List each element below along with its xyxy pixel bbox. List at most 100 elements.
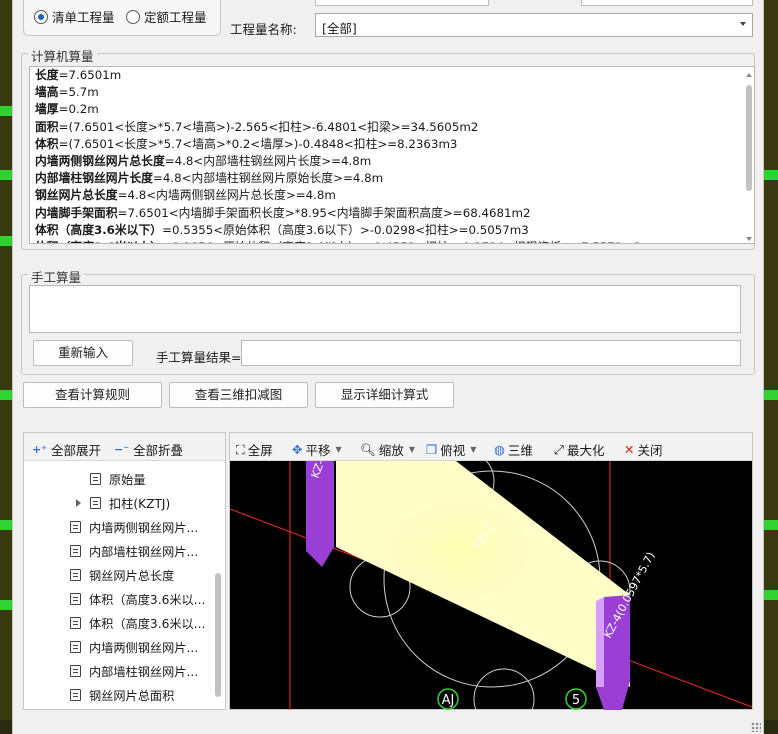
calc-line-value: =5.7m xyxy=(58,85,99,100)
quantity-type-group: 清单工程量 定额工程量 xyxy=(23,0,221,36)
chevron-right-icon[interactable] xyxy=(76,499,81,507)
expand-all-label: 全部展开 xyxy=(51,443,102,458)
tree-item[interactable]: 内部墙柱钢丝网片... xyxy=(24,539,214,563)
tree-item-label: 内墙两侧钢丝网片... xyxy=(89,641,199,655)
manual-calc-title: 手工算量 xyxy=(28,267,85,286)
tree-item[interactable]: 扣柱(KZTJ) xyxy=(24,491,214,515)
tree-item[interactable]: 钢丝网片总长度 xyxy=(24,563,214,587)
calc-line-key: 长度 xyxy=(35,68,59,82)
calc-line-value: =4.8<内部墙柱钢丝网片原始长度>=4.8m xyxy=(152,171,384,186)
document-icon xyxy=(70,521,81,533)
quantity-name-select[interactable]: [全部] xyxy=(315,13,753,37)
document-icon xyxy=(90,497,101,509)
radio-unselected-icon xyxy=(126,9,140,24)
view-toolbar: ⛶ 全屏 ✥ 平移 ▼ 🔍︎ 缩放 ▼ ❒ 俯视 ▼ ◍ 三维 ⤢ 最大化 ✕ … xyxy=(230,433,752,461)
tree-item[interactable]: 钢丝网片总面积 xyxy=(24,683,214,707)
expand-all-button[interactable]: +⁺ 全部展开 xyxy=(32,440,101,459)
calc-line: 墙厚=0.2m xyxy=(30,101,754,118)
calc-line-key: 墙高 xyxy=(35,85,59,100)
magnifier-icon: 🔍︎ xyxy=(360,441,376,457)
manual-calc-group: 手工算量 重新输入 手工算量结果= xyxy=(21,267,755,375)
chevron-down-icon xyxy=(740,22,746,26)
calc-line-key: 墙厚 xyxy=(35,102,59,117)
document-icon xyxy=(70,593,81,605)
tree-item[interactable]: 体积（高度3.6米以... xyxy=(24,587,214,611)
document-icon xyxy=(70,689,81,701)
quantity-name-label: 工程量名称: xyxy=(230,22,297,37)
3d-canvas[interactable]: KZ-1 7211 KZ-4(0.0597*5.7) AJ 5 xyxy=(230,461,752,710)
manual-result-label: 手工算量结果= xyxy=(156,350,242,365)
collapse-all-label: 全部折叠 xyxy=(133,443,184,458)
resize-grip-icon[interactable] xyxy=(751,722,761,732)
calc-line-value: =(7.6501<长度>*5.7<墙高>)-2.565<扣柱>-6.4801<扣… xyxy=(58,119,479,134)
pan-button[interactable]: ✥ 平移 ▼ xyxy=(292,440,342,459)
quantity-calc-dialog: 清单工程量 定额工程量 工程量名称: [全部] 计算机算量 长度=7.6501m… xyxy=(12,0,764,734)
tree-item[interactable]: 内墙两侧钢丝网片... xyxy=(24,515,214,539)
top-input-stub[interactable] xyxy=(315,0,489,6)
manual-calc-input[interactable] xyxy=(29,285,741,333)
calc-line-value: =0.2m xyxy=(58,102,99,117)
top-view-label: 俯视 xyxy=(440,443,466,458)
document-icon xyxy=(70,569,81,581)
scroll-thumb[interactable] xyxy=(746,85,752,191)
maximize-button[interactable]: ⤢ 最大化 xyxy=(554,440,605,459)
tree-toolbar: +⁺ 全部展开 −⁻ 全部折叠 xyxy=(24,433,225,461)
calc-result-text[interactable]: 长度=7.6501m 墙高=5.7m 墙厚=0.2m 面积=(7.6501<长度>*5… xyxy=(29,66,755,244)
scroll-up-icon[interactable] xyxy=(746,73,752,77)
calc-line: 钢丝网片总长度=4.8<内墙两侧钢丝网片总长度>=4.8m xyxy=(30,187,754,204)
calc-line-value: =7.6501<内墙脚手架面积长度>*8.95<内墙脚手架面积高度>=68.46… xyxy=(117,205,531,220)
tree-item[interactable]: 内墙两侧钢丝网片... xyxy=(24,635,214,659)
pan-icon: ✥ xyxy=(292,442,303,457)
reinput-button[interactable]: 重新输入 xyxy=(33,340,133,366)
manual-result-input[interactable] xyxy=(241,340,741,366)
view-calc-rules-button[interactable]: 查看计算规则 xyxy=(23,382,162,408)
zoom-label: 缩放 xyxy=(378,443,404,458)
quantity-name-value: [全部] xyxy=(322,21,357,36)
zoom-button[interactable]: 🔍︎ 缩放 ▼ xyxy=(360,440,415,459)
expand-all-icon: +⁺ xyxy=(32,443,48,456)
calc-line: 墙高=5.7m xyxy=(30,84,754,101)
tree-scrollbar[interactable] xyxy=(215,573,221,697)
calc-line: 体积（高度3.6米以上）=8.1856<原始体积（高度3.6以上）>-0.455… xyxy=(30,239,754,243)
calc-line: 内墙两侧钢丝网片总长度=4.8<内部墙柱钢丝网片长度>=4.8m xyxy=(30,153,754,170)
quantity-tree-pane: +⁺ 全部展开 −⁻ 全部折叠 原始量扣柱(KZTJ) 内墙两侧钢丝网片... 内部… xyxy=(23,432,226,710)
tree-item-label: 扣柱(KZTJ) xyxy=(109,497,171,511)
document-icon xyxy=(70,545,81,557)
scroll-down-icon[interactable] xyxy=(746,237,752,241)
sphere-icon: ◍ xyxy=(494,442,505,457)
axis-label: 5 xyxy=(572,693,580,708)
tree-item[interactable]: 原始量 xyxy=(24,467,214,491)
tree-item[interactable]: 体积（高度3.6米以... xyxy=(24,611,214,635)
tree-item-label: 内墙两侧钢丝网片... xyxy=(89,521,199,535)
top-view-button[interactable]: ❒ 俯视 ▼ xyxy=(426,440,476,459)
close-view-button[interactable]: ✕ 关闭 xyxy=(624,440,663,459)
deduct-drawing: KZ-1 7211 KZ-4(0.0597*5.7) AJ 5 xyxy=(230,461,752,710)
calc-line-key: 内墙脚手架面积 xyxy=(35,205,118,220)
calc-scrollbar[interactable] xyxy=(746,73,752,241)
caret-down-icon: ▼ xyxy=(335,445,342,454)
show-detail-formula-button[interactable]: 显示详细计算式 xyxy=(315,382,454,408)
calc-line-key: 体积 xyxy=(35,136,59,151)
radio-quota-quantity[interactable]: 定额工程量 xyxy=(126,7,207,26)
cad-background-right xyxy=(764,0,778,734)
axis-label: AJ xyxy=(442,693,455,708)
3d-button[interactable]: ◍ 三维 xyxy=(494,440,533,459)
calc-line-value: =4.8<内墙两侧钢丝网片总长度>=4.8m xyxy=(117,188,336,203)
tree-item-label: 内部墙柱钢丝网片... xyxy=(89,545,199,559)
top-select-stub[interactable] xyxy=(581,0,753,6)
cad-background-left xyxy=(0,0,12,734)
radio-bill-quantity[interactable]: 清单工程量 xyxy=(34,7,115,26)
collapse-all-button[interactable]: −⁻ 全部折叠 xyxy=(114,440,183,459)
fullscreen-icon: ⛶ xyxy=(236,441,245,457)
maximize-label: 最大化 xyxy=(567,443,605,458)
radio-label: 清单工程量 xyxy=(52,10,115,25)
3d-label: 三维 xyxy=(507,443,533,458)
fullscreen-button[interactable]: ⛶ 全屏 xyxy=(236,440,273,459)
tree-item[interactable]: 内部墙柱钢丝网片... xyxy=(24,659,214,683)
tree-item-label: 体积（高度3.6米以... xyxy=(89,593,206,607)
calc-line: 长度=7.6501m xyxy=(30,67,754,84)
calc-line-value: =0.5355<原始体积（高度3.6以下）>-0.0298<扣柱>=0.5057… xyxy=(162,222,529,237)
computer-calc-group: 计算机算量 长度=7.6501m 墙高=5.7m 墙厚=0.2m 面积=(7.6501… xyxy=(21,46,755,250)
view-3d-deduct-button[interactable]: 查看三维扣减图 xyxy=(169,382,308,408)
document-icon xyxy=(70,617,81,629)
